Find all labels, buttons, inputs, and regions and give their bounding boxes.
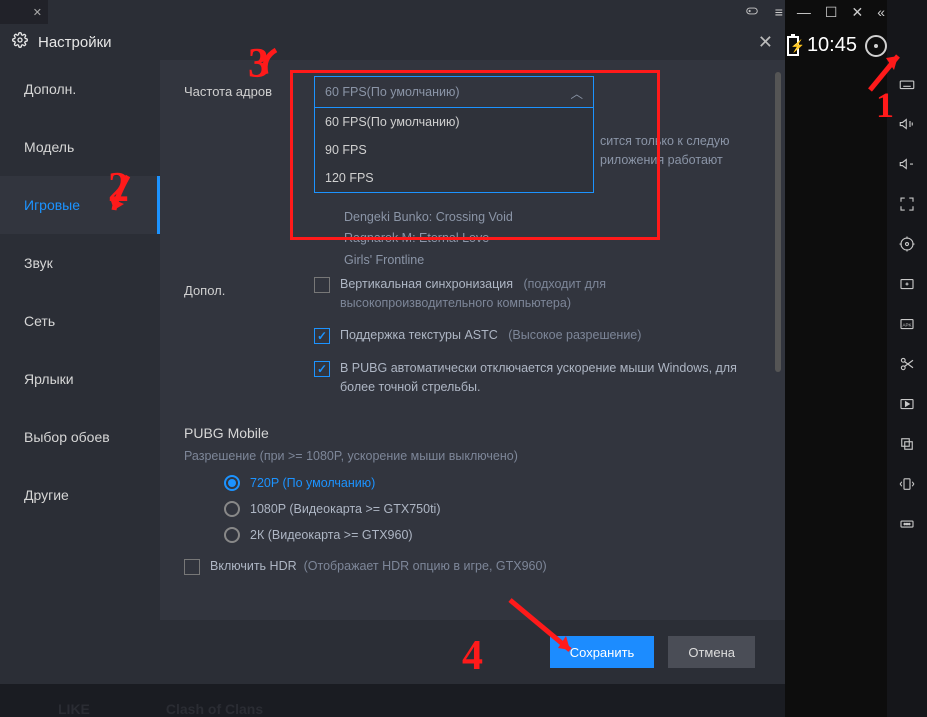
pubg-res-2k-radio[interactable] <box>224 527 240 543</box>
framerate-side-note-2: риложения работают <box>600 151 730 170</box>
gear-icon <box>12 32 28 52</box>
sidebar-item-shortcuts[interactable]: Ярлыки <box>0 350 160 408</box>
more-icon[interactable] <box>897 514 917 534</box>
apk-icon[interactable]: APK <box>897 314 917 334</box>
emulator-titlebar: ✕ <box>0 0 785 24</box>
add-window-icon[interactable] <box>897 274 917 294</box>
settings-header: Настройки ✕ <box>0 24 785 60</box>
framerate-option-90[interactable]: 90 FPS <box>315 136 593 164</box>
settings-footer: Сохранить Отмена <box>0 620 785 684</box>
collapse-sidebar-icon[interactable]: « <box>877 4 885 20</box>
pubg-res-1080p-radio[interactable] <box>224 501 240 517</box>
settings-panel: Настройки ✕ Дополн. Модель Игровые Звук … <box>0 24 785 684</box>
bg-label-like: LIKE <box>58 701 90 717</box>
emulator-status-bar: ⚡ 10:45 <box>787 34 887 57</box>
hdr-hint: (Отображает HDR опцию в игре, GTX960) <box>304 559 547 573</box>
pubg-section-title: PUBG Mobile <box>184 425 761 441</box>
minimize-icon[interactable]: — <box>797 4 811 20</box>
settings-title: Настройки <box>38 34 112 51</box>
pubg-accel-label: В PUBG автоматически отключается ускорен… <box>340 359 761 397</box>
framerate-side-note-1: сится только к следую <box>600 132 730 151</box>
chevron-up-icon: ︿ <box>570 83 583 102</box>
hdr-checkbox[interactable] <box>184 559 200 575</box>
settings-main: Частота адров 60 FPS(По умолчанию) ︿ 60 … <box>160 60 785 620</box>
bg-label-clash: Clash of Clans <box>166 701 263 717</box>
status-time: 10:45 <box>807 34 857 57</box>
scrollbar[interactable] <box>775 72 781 372</box>
sidebar-item-wallpaper[interactable]: Выбор обоев <box>0 408 160 466</box>
settings-sidebar: Дополн. Модель Игровые Звук Сеть Ярлыки … <box>0 60 160 620</box>
framerate-option-120[interactable]: 120 FPS <box>315 164 593 192</box>
multi-window-icon[interactable] <box>897 434 917 454</box>
hdr-label: Включить HDR <box>210 559 297 573</box>
pubg-res-2k-label: 2К (Видеокарта >= GTX960) <box>250 528 413 542</box>
framerate-select[interactable]: 60 FPS(По умолчанию) ︿ 60 FPS(По умолчан… <box>314 76 594 193</box>
pubg-res-1080p-label: 1080P (Видеокарта >= GTX750ti) <box>250 502 441 516</box>
framerate-label: Частота адров <box>184 76 314 99</box>
game-list-item: Girls' Frontline <box>344 250 761 271</box>
emulator-toolbar: APK <box>887 0 927 717</box>
battery-icon: ⚡ <box>787 36 799 56</box>
location-icon[interactable] <box>897 234 917 254</box>
vsync-label: Вертикальная синхронизация <box>340 277 513 291</box>
save-button[interactable]: Сохранить <box>550 636 655 668</box>
pubg-res-720p-radio[interactable] <box>224 475 240 491</box>
astc-label: Поддержка текстуры ASTC <box>340 328 498 342</box>
emulator-tab[interactable]: ✕ <box>0 0 48 24</box>
volume-up-icon[interactable] <box>897 114 917 134</box>
maximize-icon[interactable]: ☐ <box>825 4 838 21</box>
additional-label: Допол. <box>184 275 314 298</box>
menu-icon[interactable]: ≡ <box>775 4 783 20</box>
status-settings-icon[interactable] <box>865 35 887 57</box>
settings-close-button[interactable]: ✕ <box>758 32 773 53</box>
window-close-icon[interactable]: ✕ <box>851 4 863 21</box>
vsync-checkbox[interactable] <box>314 277 330 293</box>
sidebar-item-model[interactable]: Модель <box>0 118 160 176</box>
fullscreen-icon[interactable] <box>897 194 917 214</box>
shake-icon[interactable] <box>897 474 917 494</box>
sidebar-item-game[interactable]: Игровые <box>0 176 160 234</box>
framerate-dropdown: 60 FPS(По умолчанию) 90 FPS 120 FPS <box>314 108 594 193</box>
game-list-item: Dengeki Bunko: Crossing Void <box>344 207 761 228</box>
keyboard-icon[interactable] <box>897 74 917 94</box>
tab-close-icon[interactable]: ✕ <box>33 6 42 19</box>
game-list-item: Ragnarok M: Eternal Love <box>344 228 761 249</box>
astc-hint: (Высокое разрешение) <box>508 328 641 342</box>
video-play-icon[interactable] <box>897 394 917 414</box>
sidebar-item-sound[interactable]: Звук <box>0 234 160 292</box>
svg-text:APK: APK <box>903 322 912 327</box>
framerate-selected-value: 60 FPS(По умолчанию) <box>325 85 460 99</box>
sidebar-item-network[interactable]: Сеть <box>0 292 160 350</box>
pubg-res-720p-label: 720P (По умолчанию) <box>250 476 375 490</box>
gamepad-icon[interactable] <box>743 4 761 21</box>
volume-down-icon[interactable] <box>897 154 917 174</box>
astc-checkbox[interactable] <box>314 328 330 344</box>
pubg-resolution-hint: Разрешение (при >= 1080P, ускорение мыши… <box>184 449 761 463</box>
window-controls: ≡ — ☐ ✕ « <box>690 0 885 24</box>
scissors-icon[interactable] <box>897 354 917 374</box>
background-app-labels: LIKE Clash of Clans <box>58 701 263 717</box>
sidebar-item-other[interactable]: Другие <box>0 466 160 524</box>
framerate-option-60[interactable]: 60 FPS(По умолчанию) <box>315 108 593 136</box>
cancel-button[interactable]: Отмена <box>668 636 755 668</box>
framerate-select-current[interactable]: 60 FPS(По умолчанию) ︿ <box>314 76 594 108</box>
sidebar-item-additional[interactable]: Дополн. <box>0 60 160 118</box>
pubg-accel-checkbox[interactable] <box>314 361 330 377</box>
